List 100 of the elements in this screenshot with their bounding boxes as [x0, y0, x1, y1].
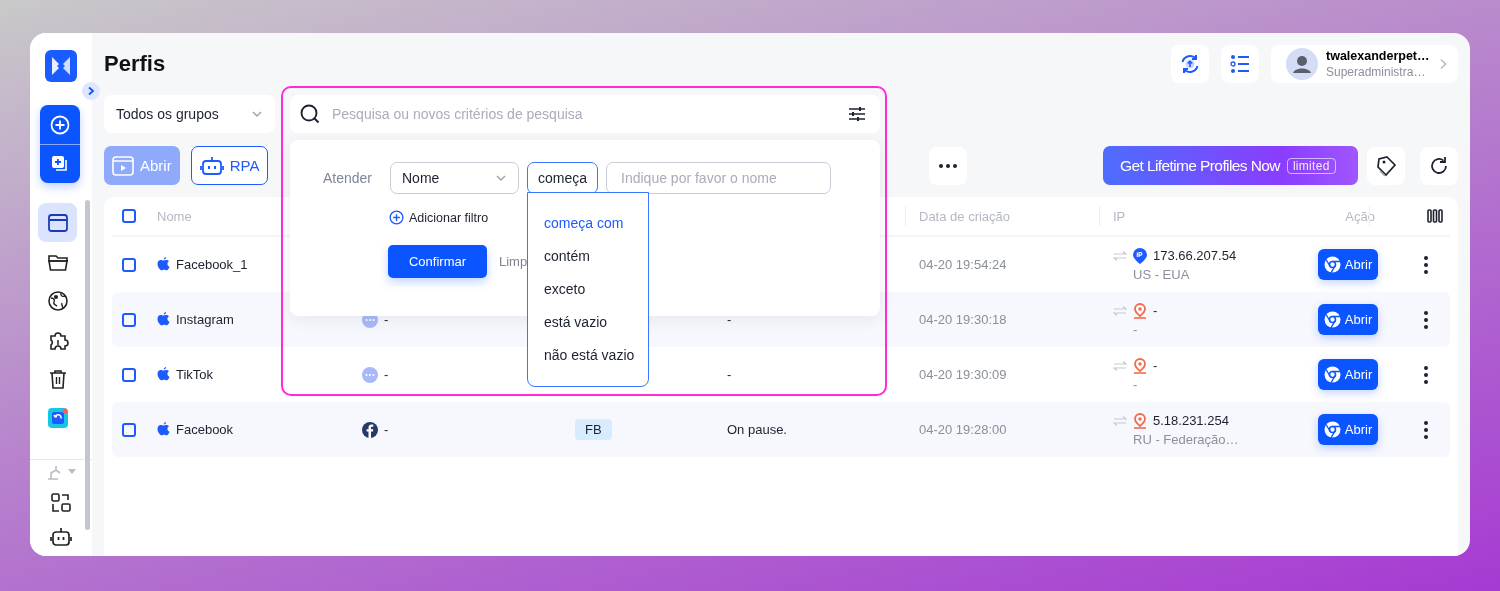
ip-location: -	[1132, 376, 1139, 392]
dropdown-option[interactable]: começa com	[544, 215, 624, 231]
plus-circle-icon	[50, 114, 70, 135]
apple-icon	[157, 312, 170, 327]
logo-icon	[45, 50, 77, 82]
confirm-button[interactable]: Confirmar	[388, 245, 487, 278]
kebab-icon	[1424, 310, 1428, 329]
globe-icon	[46, 289, 69, 312]
refresh-icon	[1428, 154, 1450, 177]
limited-badge: limited	[1286, 157, 1336, 174]
task-list-button[interactable]	[1221, 44, 1259, 83]
operator-select[interactable]: começa	[527, 162, 599, 194]
ip-location: RU - Federação…	[1132, 431, 1240, 447]
app-icon	[46, 406, 69, 429]
columns-icon[interactable]	[1427, 209, 1443, 223]
sidebar-nav-item[interactable]	[38, 203, 77, 242]
open-button[interactable]: Abrir	[1318, 414, 1378, 445]
browser-logo-icon	[1323, 311, 1341, 328]
dropdown-option[interactable]: exceto	[544, 281, 586, 297]
browser-logo-icon	[1323, 256, 1341, 273]
row-menu-button[interactable]	[1424, 255, 1428, 274]
tag-icon	[1375, 154, 1397, 177]
dropdown-option[interactable]: não está vazio	[544, 347, 635, 363]
location-pin-icon	[1133, 357, 1147, 374]
ip-pin-icon	[1133, 247, 1147, 264]
checkbox[interactable]	[122, 209, 136, 223]
ip-location: -	[1132, 321, 1139, 337]
search-field[interactable]: Pesquisa ou novos critérios de pesquisa	[290, 95, 880, 133]
swap-arrows-icon	[1113, 360, 1127, 371]
value-field[interactable]: Indique por favor o nome	[606, 162, 832, 194]
dropdown-option[interactable]: contém	[544, 248, 590, 264]
table-cell: 04-20 19:30:18	[919, 312, 1007, 327]
facebook-icon	[362, 421, 378, 438]
ip-address: 173.66.207.54	[1153, 248, 1237, 263]
table-cell: -	[727, 312, 732, 327]
refresh-button[interactable]	[1420, 146, 1458, 185]
plus-circle-icon	[389, 210, 404, 225]
browser-icon	[112, 155, 134, 176]
avatar-icon	[1286, 47, 1318, 80]
sliders-icon[interactable]	[848, 106, 866, 122]
row-menu-button[interactable]	[1424, 310, 1428, 329]
table-cell: -	[384, 422, 389, 437]
ip-address: -	[1153, 303, 1158, 318]
open-button[interactable]: Abrir	[1318, 359, 1378, 390]
add-window-icon	[50, 154, 70, 174]
open-button[interactable]: Abrir	[1318, 249, 1378, 280]
chevron-right-icon	[87, 86, 95, 96]
profile-name: Instagram	[176, 312, 234, 327]
table-cell: 04-20 19:28:00	[919, 422, 1007, 437]
swap-arrows-icon	[1113, 250, 1127, 261]
scrollbar[interactable]	[85, 200, 90, 530]
account-button[interactable]: twalexanderpet… Superadministra…	[1271, 44, 1458, 83]
checkbox[interactable]	[122, 422, 136, 437]
table-cell: -	[384, 367, 389, 382]
group-select[interactable]: Todos os grupos	[104, 95, 275, 133]
caret-down-icon	[68, 469, 76, 475]
apple-icon	[157, 257, 170, 272]
tag-button[interactable]	[1367, 146, 1405, 185]
promo-banner[interactable]: Get Lifetime Profiles Now limited	[1103, 146, 1358, 185]
expand-button[interactable]	[82, 82, 100, 100]
table-cell: -	[384, 312, 389, 327]
add-filter-button[interactable]: Adicionar filtro	[389, 210, 489, 225]
toolbar-button[interactable]: RPA	[190, 146, 269, 185]
more-button[interactable]	[929, 146, 968, 185]
column-header: Nome	[157, 208, 192, 224]
browser-logo-icon	[1323, 421, 1341, 438]
checkbox[interactable]	[122, 312, 136, 327]
ip-address: -	[1153, 358, 1158, 373]
profile-name: Facebook	[176, 422, 234, 437]
list-icon	[1229, 52, 1251, 75]
tag-label: FB	[575, 419, 612, 440]
field-select[interactable]: Nome	[390, 162, 519, 194]
user-name: twalexanderpet…	[1326, 48, 1430, 63]
apple-icon	[157, 367, 170, 382]
match-label: Atender	[323, 170, 374, 186]
row-menu-button[interactable]	[1424, 420, 1428, 439]
profile-name: Facebook_1	[176, 257, 248, 272]
browser-window-icon	[46, 211, 69, 234]
location-pin-icon	[1133, 412, 1147, 429]
dropdown-option[interactable]: está vazio	[544, 314, 608, 330]
sync-button[interactable]	[1171, 44, 1209, 83]
swap-arrows-icon	[1113, 305, 1127, 316]
open-button[interactable]: Abrir	[1318, 304, 1378, 335]
checkbox[interactable]	[122, 257, 136, 272]
profile-dots-icon	[362, 366, 378, 383]
chevron-right-icon	[1438, 57, 1448, 70]
more-icon	[939, 163, 958, 168]
browser-logo-icon	[1323, 366, 1341, 383]
row-menu-button[interactable]	[1424, 365, 1428, 384]
profile-name: TikTok	[176, 367, 214, 382]
checkbox[interactable]	[122, 367, 136, 382]
search-icon	[300, 104, 320, 124]
table-cell: -	[727, 367, 732, 382]
robot-icon	[199, 155, 224, 176]
column-header: IP	[1113, 208, 1126, 224]
clear-button[interactable]: Limp	[499, 254, 528, 269]
kebab-icon	[1424, 420, 1428, 439]
ip-address: 5.18.231.254	[1153, 413, 1229, 428]
kebab-icon	[1424, 255, 1428, 274]
table-cell: On pause.	[727, 422, 787, 437]
